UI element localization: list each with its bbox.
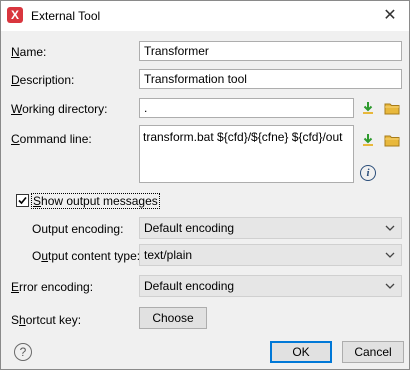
command-line-textarea[interactable]: transform.bat ${cfd}/${cfne} ${cfd}/out	[139, 125, 354, 183]
insert-editor-variable-icon[interactable]	[361, 100, 377, 116]
output-content-type-value: text/plain	[144, 248, 193, 262]
name-label: Name:	[11, 45, 47, 59]
browse-file-folder-icon[interactable]	[384, 132, 400, 148]
output-encoding-value: Default encoding	[144, 221, 235, 235]
insert-editor-variable-cmd-icon[interactable]	[361, 132, 377, 148]
chevron-down-icon	[385, 252, 395, 258]
shortcut-key-label: Shortcut key:	[11, 313, 82, 327]
description-field[interactable]: Transformation tool	[139, 69, 402, 89]
error-encoding-value: Default encoding	[144, 279, 235, 293]
browse-folder-icon[interactable]	[384, 100, 400, 116]
window-title: External Tool	[31, 9, 101, 23]
help-icon[interactable]: ?	[14, 343, 32, 361]
working-directory-field[interactable]: .	[139, 98, 354, 118]
error-encoding-label: Error encoding:	[11, 280, 94, 294]
chevron-down-icon	[385, 225, 395, 231]
output-encoding-label: Output encoding:	[32, 222, 124, 236]
name-field[interactable]: Transformer	[139, 41, 402, 61]
show-output-checkbox[interactable]	[16, 194, 29, 207]
output-content-type-select[interactable]: text/plain	[139, 244, 402, 266]
title-bar: X External Tool ✕	[1, 1, 409, 31]
command-line-label: Command line:	[11, 132, 92, 146]
show-output-label[interactable]: Show output messages	[31, 193, 160, 209]
cancel-button[interactable]: Cancel	[342, 341, 404, 363]
error-encoding-select[interactable]: Default encoding	[139, 275, 402, 297]
close-button[interactable]: ✕	[379, 5, 401, 27]
working-directory-label: Working directory:	[11, 102, 108, 116]
output-content-type-label: Output content type:	[32, 249, 141, 263]
dialog-window: X External Tool ✕ Name: Transformer Desc…	[0, 0, 410, 370]
oxygen-x-icon: X	[7, 7, 23, 23]
chevron-down-icon	[385, 283, 395, 289]
output-encoding-select[interactable]: Default encoding	[139, 217, 402, 239]
ok-button[interactable]: OK	[270, 341, 332, 363]
choose-button[interactable]: Choose	[139, 307, 207, 329]
description-label: Description:	[11, 73, 75, 87]
info-icon[interactable]: i	[360, 165, 376, 181]
